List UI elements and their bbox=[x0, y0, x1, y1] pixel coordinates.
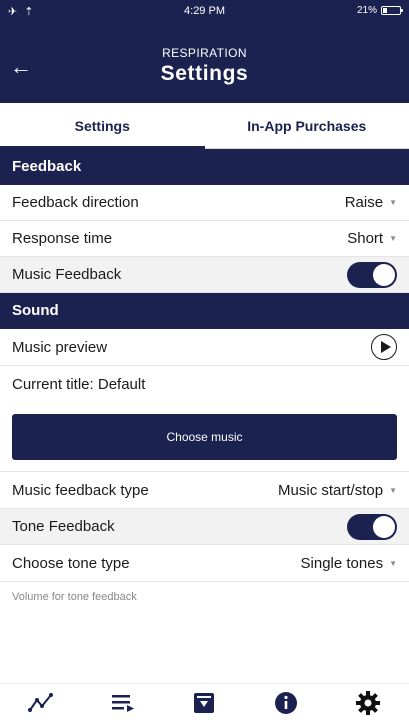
choose-music-button[interactable]: Choose music bbox=[12, 413, 397, 460]
tone-type-row[interactable]: Choose tone type Single tones ▼ bbox=[0, 545, 409, 582]
music-preview-row: Music preview bbox=[0, 329, 409, 366]
music-feedback-type-value: Music start/stop bbox=[278, 481, 384, 499]
battery-icon bbox=[381, 6, 403, 15]
bottom-nav bbox=[0, 683, 409, 722]
status-time: 4:29 PM bbox=[184, 5, 225, 17]
response-time-select[interactable]: Short ▼ bbox=[347, 230, 397, 247]
battery-percent: 21% bbox=[356, 5, 377, 16]
response-time-label: Response time bbox=[12, 230, 113, 247]
music-feedback-toggle[interactable] bbox=[347, 261, 397, 288]
tab-in-app-purchases[interactable]: In-App Purchases bbox=[205, 103, 409, 148]
info-icon[interactable] bbox=[268, 688, 304, 718]
tab-bar: Settings In-App Purchases bbox=[0, 103, 409, 149]
feedback-direction-value: Raise bbox=[344, 194, 384, 211]
response-time-value: Short bbox=[347, 230, 384, 247]
section-sound: Sound bbox=[0, 293, 409, 329]
app-header: ✈ ⇡ 4:29 PM 21% ← RESPIRATION Settings bbox=[0, 0, 409, 103]
tab-settings[interactable]: Settings bbox=[0, 103, 205, 149]
feedback-direction-row[interactable]: Feedback direction Raise ▼ bbox=[0, 185, 409, 221]
play-icon[interactable] bbox=[371, 334, 397, 360]
tone-type-value: Single tones bbox=[300, 554, 384, 572]
current-title-label: Current title: Default bbox=[12, 375, 146, 393]
page-title: Settings bbox=[160, 62, 249, 85]
tone-feedback-row: Tone Feedback bbox=[0, 509, 409, 545]
tone-type-label: Choose tone type bbox=[12, 554, 130, 572]
response-time-row[interactable]: Response time Short ▼ bbox=[0, 221, 409, 257]
settings-list: Feedback Feedback direction Raise ▼ Resp… bbox=[0, 149, 409, 612]
feedback-direction-select[interactable]: Raise ▼ bbox=[345, 194, 397, 211]
tone-feedback-label: Tone Feedback bbox=[12, 518, 115, 535]
choose-music-wrap: Choose music bbox=[0, 402, 409, 472]
music-feedback-type-row[interactable]: Music feedback type Music start/stop ▼ bbox=[0, 472, 409, 509]
music-preview-label: Music preview bbox=[12, 338, 108, 356]
caret-down-icon: ▼ bbox=[389, 558, 397, 568]
caret-down-icon: ▼ bbox=[389, 234, 397, 243]
archive-icon[interactable] bbox=[186, 688, 222, 718]
music-feedback-row: Music Feedback bbox=[0, 257, 409, 293]
tone-feedback-toggle[interactable] bbox=[347, 513, 397, 540]
volume-label: Volume for tone feedback bbox=[12, 591, 137, 603]
music-feedback-type-select[interactable]: Music start/stop ▼ bbox=[278, 482, 397, 499]
status-bar: ✈ ⇡ 4:29 PM 21% bbox=[0, 5, 409, 21]
playlist-icon[interactable] bbox=[105, 688, 141, 718]
battery-indicator: 21% bbox=[356, 5, 403, 16]
caret-down-icon: ▼ bbox=[389, 485, 397, 495]
tone-type-select[interactable]: Single tones ▼ bbox=[301, 555, 397, 572]
feedback-direction-label: Feedback direction bbox=[12, 194, 139, 211]
section-feedback: Feedback bbox=[0, 149, 409, 185]
current-title-row: Current title: Default bbox=[0, 366, 409, 402]
gear-icon[interactable] bbox=[350, 688, 386, 718]
page-subtitle: RESPIRATION bbox=[162, 46, 247, 60]
caret-down-icon: ▼ bbox=[389, 198, 397, 207]
volume-row: Volume for tone feedback bbox=[0, 582, 409, 612]
music-feedback-label: Music Feedback bbox=[12, 266, 122, 283]
music-feedback-type-label: Music feedback type bbox=[12, 481, 149, 499]
graph-icon[interactable] bbox=[23, 688, 59, 718]
